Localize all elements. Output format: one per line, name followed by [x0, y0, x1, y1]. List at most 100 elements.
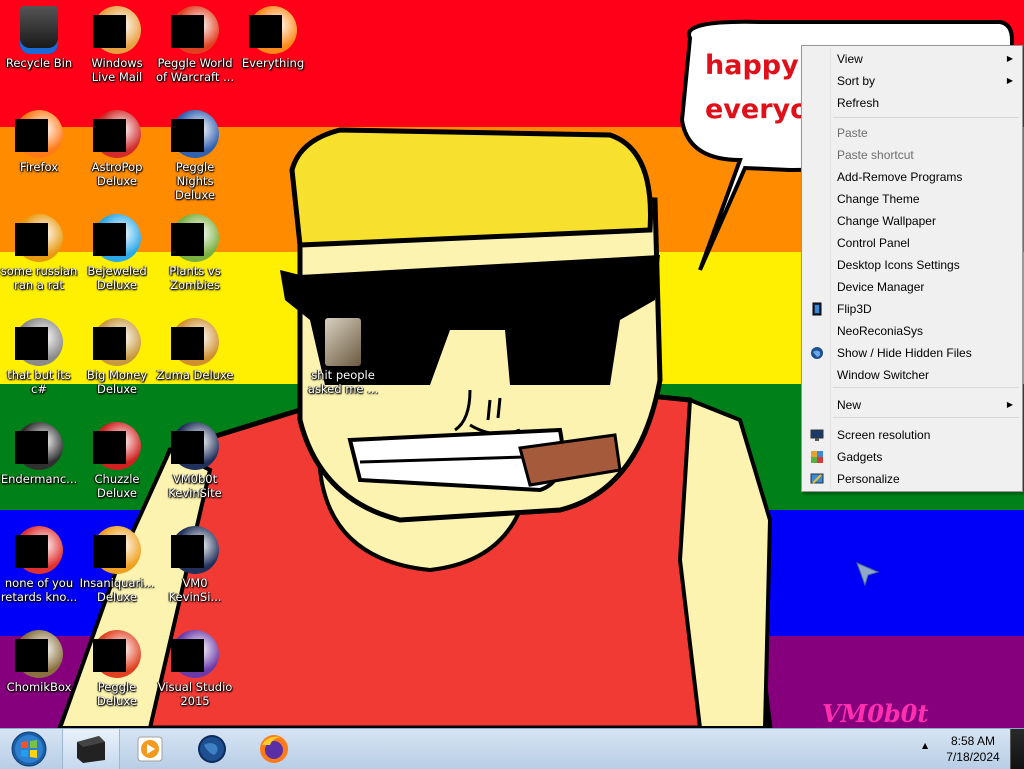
taskbar-terminal-button[interactable]	[62, 729, 120, 769]
desktop-icon[interactable]: Recycle Bin	[0, 6, 78, 70]
redaction-box	[93, 327, 126, 360]
menu-item-window-switcher[interactable]: Window Switcher	[804, 364, 1020, 386]
desktop-icon-label: Peggle Nights Deluxe	[175, 160, 215, 202]
submenu-arrow-icon: ▶	[1006, 400, 1013, 409]
menu-item-paste: Paste	[804, 122, 1020, 144]
menu-item-flip3d[interactable]: Flip3D	[804, 298, 1020, 320]
taskbar: ▲ 8:58 AM 7/18/2024	[0, 728, 1024, 769]
taskbar-globe-button[interactable]	[184, 729, 240, 769]
astropop-icon	[93, 110, 141, 158]
desktop-icon[interactable]: none of you retards kno...	[0, 526, 78, 604]
gadgets-icon	[811, 451, 823, 463]
start-button[interactable]	[4, 729, 54, 769]
chuzzle-icon	[93, 422, 141, 470]
desktop-icon[interactable]: shit people asked me ...	[304, 318, 382, 396]
desktop-icon[interactable]: Chuzzle Deluxe	[78, 422, 156, 500]
search-app-icon	[249, 6, 297, 54]
menu-item-control-panel[interactable]: Control Panel	[804, 232, 1020, 254]
menu-item-change-theme[interactable]: Change Theme	[804, 188, 1020, 210]
show-desktop-button[interactable]	[1010, 729, 1024, 769]
desktop-icon[interactable]: Endermanc...	[0, 422, 78, 486]
desktop-icon-label: some russian ran a rat	[0, 264, 78, 292]
taskbar-firefox-button[interactable]	[246, 729, 302, 769]
redaction-box	[171, 119, 204, 152]
redaction-box	[15, 223, 48, 256]
desktop-icon[interactable]: VM0 KevinSi...	[156, 526, 234, 604]
desktop-icon[interactable]: Bejeweled Deluxe	[78, 214, 156, 292]
menu-item-label: Sort by	[837, 74, 876, 88]
clock-date: 7/18/2024	[946, 750, 1000, 764]
desktop-icon[interactable]: Visual Studio 2015	[156, 630, 234, 708]
desktop-icon[interactable]: Peggle Nights Deluxe	[156, 110, 234, 202]
pvz-icon	[171, 214, 219, 262]
monitor-icon	[810, 429, 824, 441]
menu-item-gadgets[interactable]: Gadgets	[804, 446, 1020, 468]
desktop-icon[interactable]: Plants vs Zombies	[156, 214, 234, 292]
menu-item-new[interactable]: New ▶	[804, 394, 1020, 416]
redaction-box	[93, 15, 126, 48]
desktop-icon[interactable]: VM0b0t KevinSite	[156, 422, 234, 500]
menu-item-device-manager[interactable]: Device Manager	[804, 276, 1020, 298]
redaction-box	[93, 119, 126, 152]
desktop-icon[interactable]: ChomikBox	[0, 630, 78, 694]
menu-item-refresh[interactable]: Refresh	[804, 92, 1020, 114]
clock[interactable]: 8:58 AM 7/18/2024	[936, 733, 1010, 765]
menu-item-neoreconiasys[interactable]: NeoReconiaSys	[804, 320, 1020, 342]
menu-item-view[interactable]: View ▶	[804, 48, 1020, 70]
desktop-icon-label: Chuzzle Deluxe	[94, 472, 140, 500]
menu-item-add-remove-programs[interactable]: Add-Remove Programs	[804, 166, 1020, 188]
desktop-icon-label: Recycle Bin	[5, 56, 73, 70]
terminal-icon	[77, 736, 105, 763]
desktop-icon[interactable]: Everything	[234, 6, 312, 70]
desktop-icon[interactable]: Insaniquari... Deluxe	[78, 526, 156, 604]
desktop-icon-label: Big Money Deluxe	[86, 368, 148, 396]
menu-item-label: Control Panel	[837, 236, 910, 250]
menu-item-label: Window Switcher	[837, 368, 930, 382]
desktop-icon[interactable]: that but its c#	[0, 318, 78, 396]
desktop-icon-label: Plants vs Zombies	[169, 264, 221, 292]
menu-item-desktop-icons-settings[interactable]: Desktop Icons Settings	[804, 254, 1020, 276]
insaniquarium-icon	[93, 526, 141, 574]
redaction-box	[171, 327, 204, 360]
desktop-icon-label: Zuma Deluxe	[156, 368, 234, 382]
peggle-icon	[171, 6, 219, 54]
mouse-cursor-icon	[856, 562, 880, 586]
desktop-icon[interactable]: some russian ran a rat	[0, 214, 78, 292]
desktop-context-menu: View ▶ Sort by ▶ Refresh Paste Paste shortcut A…	[801, 45, 1023, 492]
redaction-box	[249, 15, 282, 48]
mail-icon	[93, 6, 141, 54]
menu-item-personalize[interactable]: Personalize	[804, 468, 1020, 490]
redaction-box	[15, 431, 48, 464]
menu-item-label: Gadgets	[837, 450, 883, 464]
redaction-box	[171, 15, 204, 48]
desktop-icon-label: ChomikBox	[6, 680, 72, 694]
menu-separator	[833, 117, 1019, 118]
desktop-icon[interactable]: Firefox	[0, 110, 78, 174]
desktop-icon-label: VM0 KevinSi...	[168, 576, 222, 604]
desktop-icon[interactable]: AstroPop Deluxe	[78, 110, 156, 188]
desktop-icon-label: Endermanc...	[0, 472, 78, 486]
menu-item-screen-resolution[interactable]: Screen resolution	[804, 424, 1020, 446]
menu-item-sort-by[interactable]: Sort by ▶	[804, 70, 1020, 92]
redaction-box	[15, 535, 48, 568]
redaction-box	[171, 639, 204, 672]
menu-item-label: Screen resolution	[837, 428, 931, 442]
taskbar-media-player-button[interactable]	[122, 729, 178, 769]
desktop-icon[interactable]: Peggle Deluxe	[78, 630, 156, 708]
tray-overflow-icon[interactable]: ▲	[922, 741, 928, 750]
menu-item-show-hide-hidden-files[interactable]: Show / Hide Hidden Files	[804, 342, 1020, 364]
menu-item-label: Change Theme	[837, 192, 920, 206]
desktop-icon-label: Visual Studio 2015	[157, 680, 233, 708]
desktop-icon[interactable]: Peggle World of Warcraft ...	[156, 6, 234, 84]
redaction-box	[15, 327, 48, 360]
desktop-icon[interactable]: Windows Live Mail	[78, 6, 156, 84]
firefox-icon	[260, 735, 288, 763]
menu-item-change-wallpaper[interactable]: Change Wallpaper	[804, 210, 1020, 232]
desktop-icon[interactable]: Big Money Deluxe	[78, 318, 156, 396]
desktop-icon-label: Bejeweled Deluxe	[87, 264, 147, 292]
big-money-icon	[93, 318, 141, 366]
desktop-icon[interactable]: Zuma Deluxe	[156, 318, 234, 382]
menu-item-label: Change Wallpaper	[837, 214, 936, 228]
ie-icon	[15, 214, 63, 262]
menu-separator	[833, 417, 1019, 418]
